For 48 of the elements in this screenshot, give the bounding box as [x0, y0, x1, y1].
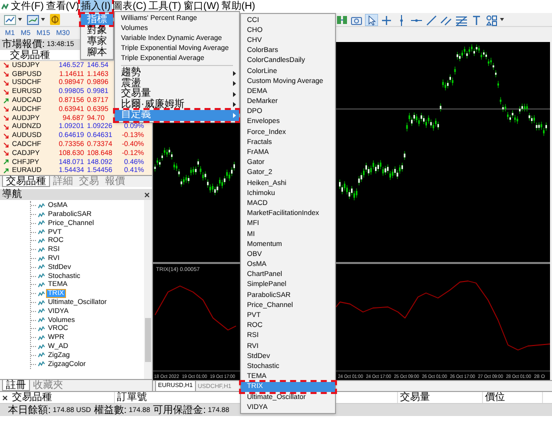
shapes-icon[interactable]: [485, 14, 498, 26]
summary-label: 權益數:: [94, 404, 127, 416]
template-icon[interactable]: [27, 14, 39, 24]
text-tool-icon[interactable]: [470, 14, 483, 26]
tab[interactable]: 報價: [102, 176, 128, 188]
summary-label: 可用保證金:: [153, 404, 206, 416]
menu-item[interactable]: 工具(T): [147, 0, 182, 13]
menu-item[interactable]: 比爾·威廉姆斯: [115, 100, 239, 110]
menu-item[interactable]: 幫助(H): [220, 0, 256, 13]
tab[interactable]: 交易: [76, 176, 102, 188]
trend-line-icon[interactable]: [425, 14, 438, 26]
line-chart-icon[interactable]: [4, 14, 16, 24]
menu-item[interactable]: 文件(F): [10, 0, 45, 13]
menu-item[interactable]: 查看(V): [44, 0, 80, 13]
tab[interactable]: 交易品種: [2, 176, 50, 188]
column-header: 訂單號: [117, 392, 147, 403]
menu-item[interactable]: 圖表(C): [112, 0, 148, 13]
fibonacci-icon[interactable]: [455, 14, 468, 26]
column-header: 交易品種: [9, 50, 50, 60]
caret-icon[interactable]: [18, 18, 22, 21]
caret-icon[interactable]: [500, 18, 504, 21]
crosshair-icon[interactable]: [380, 14, 393, 26]
menu-item[interactable]: 專家: [81, 36, 113, 47]
menu-item[interactable]: 震盪: [115, 78, 239, 89]
column-header: 交易量: [400, 392, 430, 403]
channel-icon[interactable]: [440, 14, 453, 26]
tab[interactable]: 註冊: [2, 380, 30, 391]
menu-item[interactable]: 對象: [81, 25, 113, 36]
menu-item[interactable]: 腳本: [81, 47, 113, 58]
tab[interactable]: 收藏夾: [30, 380, 66, 391]
close-icon[interactable]: [144, 192, 150, 198]
menu-item[interactable]: 交易量: [115, 89, 239, 100]
menu-item[interactable]: 窗口(W): [182, 0, 220, 13]
column-header: 交易品種: [12, 392, 52, 403]
zoom-fit-icon[interactable]: [335, 14, 348, 26]
panel-title: 市場報價:: [2, 39, 45, 50]
summary-label: 本日餘額:: [8, 404, 51, 416]
menu-item[interactable]: 趨勢: [115, 68, 239, 78]
tab[interactable]: 詳細: [50, 176, 76, 188]
cursor-icon[interactable]: [365, 14, 378, 26]
scrollbar[interactable]: [144, 200, 152, 379]
close-icon[interactable]: [2, 394, 8, 400]
column-header: 價位: [485, 392, 505, 403]
panel-title: 導航: [2, 189, 22, 200]
app-logo-icon: [1, 2, 9, 10]
coin-icon[interactable]: [50, 14, 60, 25]
menu-item[interactable]: 插入(I): [80, 0, 112, 13]
caret-icon[interactable]: [41, 18, 45, 21]
